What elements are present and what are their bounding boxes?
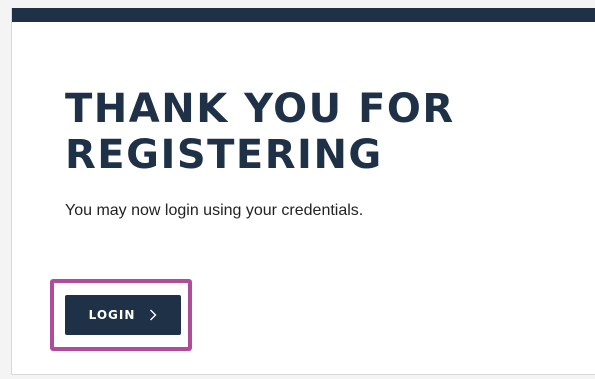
screen: THANK YOU FOR REGISTERING You may now lo… — [0, 0, 595, 379]
login-button-label: LOGIN — [88, 308, 136, 322]
chevron-right-icon — [150, 309, 157, 321]
page-title: THANK YOU FOR REGISTERING — [65, 86, 505, 178]
header-bar — [12, 8, 595, 22]
page-title-line-2: REGISTERING — [65, 132, 383, 178]
page-title-line-1: THANK YOU FOR — [65, 86, 455, 132]
confirmation-message: You may now login using your credentials… — [65, 202, 364, 219]
registration-confirmation-panel: THANK YOU FOR REGISTERING You may now lo… — [11, 8, 595, 375]
login-button[interactable]: LOGIN — [65, 295, 181, 335]
